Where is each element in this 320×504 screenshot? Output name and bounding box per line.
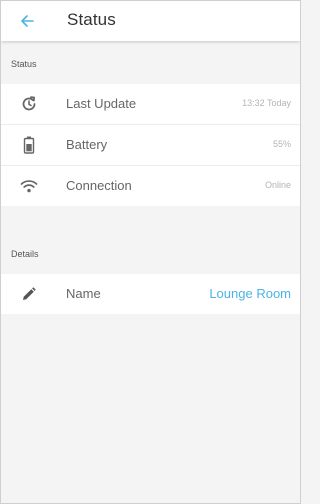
pencil-icon xyxy=(19,284,39,304)
battery-icon xyxy=(19,135,39,155)
last-update-label: Last Update xyxy=(66,96,137,111)
connection-label: Connection xyxy=(66,178,132,193)
last-update-value: 13:32 Today xyxy=(242,98,291,108)
page-title: Status xyxy=(67,10,116,29)
connection-value: Online xyxy=(264,180,291,190)
name-label: Name xyxy=(66,286,101,301)
row-connection: Connection Online xyxy=(1,166,300,206)
row-last-update: Last Update 13:32 Today xyxy=(1,84,300,124)
name-value-link[interactable]: Lounge Room xyxy=(209,286,291,301)
battery-value: 55% xyxy=(272,139,291,149)
update-refresh-icon xyxy=(19,94,39,114)
battery-label: Battery xyxy=(66,137,108,152)
section-header-details: Details xyxy=(11,249,39,259)
status-screen: Status Status Last Update 13:32 Today Ba… xyxy=(0,0,301,504)
section-header-status: Status xyxy=(11,59,37,69)
wifi-icon xyxy=(19,176,39,196)
arrow-left-icon xyxy=(21,15,34,27)
back-button[interactable] xyxy=(15,9,39,33)
app-bar: Status xyxy=(1,1,300,41)
row-name[interactable]: Name Lounge Room xyxy=(1,274,300,314)
row-battery: Battery 55% xyxy=(1,125,300,165)
